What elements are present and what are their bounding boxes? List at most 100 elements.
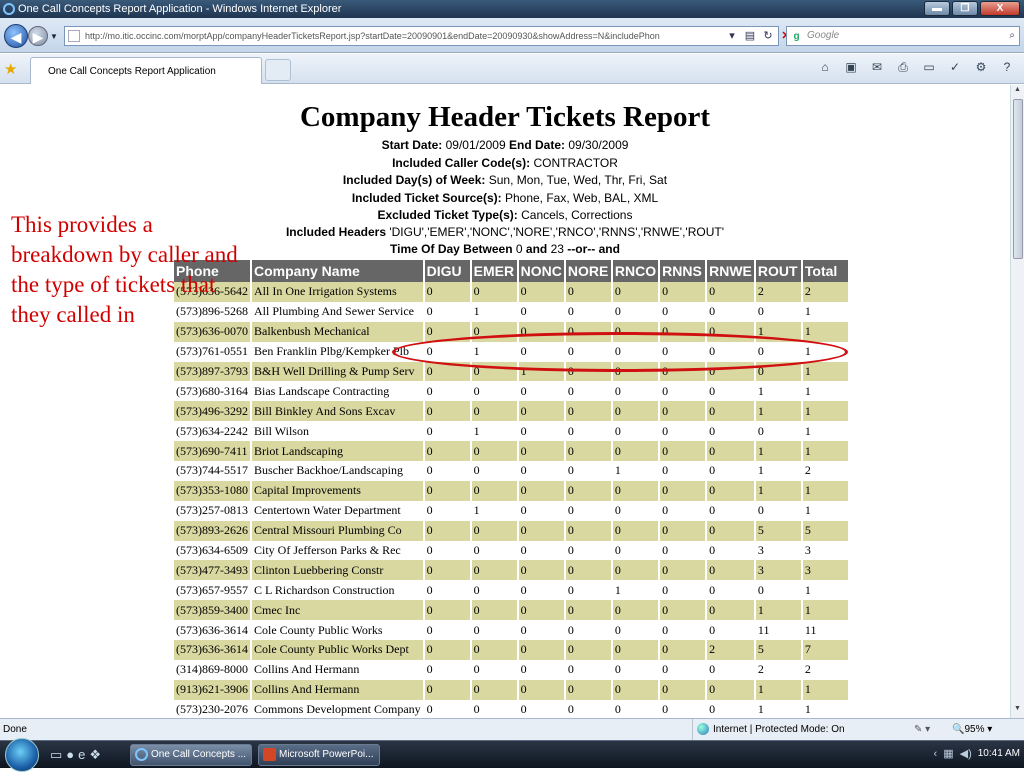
firefox-icon[interactable]: ● [66,747,74,763]
column-header: Total [802,260,848,282]
phone-cell: (573)477-3493 [174,560,250,581]
start-date-value: 09/01/2009 [445,138,506,152]
count-cell: 0 [707,480,754,501]
count-cell: 0 [612,520,659,541]
company-name-cell: Briot Landscaping [252,441,423,462]
security-zone[interactable]: Internet | Protected Mode: On [692,719,902,740]
favorites-star-icon[interactable]: ★ [4,60,17,78]
tray-expand-icon[interactable]: ‹ [934,748,938,760]
count-cell: 0 [473,463,480,478]
safety-menu-icon[interactable]: ✓ [944,60,966,75]
feeds-icon[interactable]: ▣ [840,60,862,75]
refresh-icon[interactable]: ↻ [760,27,776,45]
address-bar[interactable]: http://mo.itic.occinc.com/morptApp/compa… [64,26,779,46]
headers-value: 'DIGU','EMER','NONC','NORE','RNCO','RNNS… [389,225,725,239]
count-cell: 0 [426,423,433,438]
recent-pages-dropdown-icon[interactable]: ▼ [50,32,58,41]
phone-cell: (573)859-3400 [174,600,250,621]
status-bar: Done Internet | Protected Mode: On ✎ ▾ 🔍… [0,718,1024,740]
zoom-level[interactable]: 🔍95% ▾ [952,719,992,740]
count-cell: 2 [707,640,754,660]
search-input[interactable]: g Google ⌕ [786,26,1020,46]
count-cell: 0 [662,702,669,717]
count-cell: 1 [802,361,848,382]
count-cell: 0 [612,441,659,462]
count-cell: 0 [614,304,621,319]
count-cell: 0 [426,702,433,717]
count-cell: 1 [804,503,811,518]
home-icon[interactable]: ⌂ [814,60,836,75]
count-cell: 0 [660,560,706,581]
vertical-scrollbar[interactable]: ▲ ▼ [1010,85,1024,718]
network-icon[interactable]: ▦ [943,747,953,760]
count-cell: 0 [662,423,669,438]
count-cell: 0 [709,582,716,597]
tools-gear-icon[interactable]: ⚙ [970,60,992,75]
phone-cell: (573)634-2242 [176,423,248,438]
back-button[interactable]: ◀ [4,24,28,48]
column-header: ROUT [755,260,801,282]
mail-icon[interactable]: ✉ [866,60,888,75]
count-cell: 7 [802,640,848,660]
company-name-cell: Commons Development Company [254,702,421,717]
globe-icon [697,723,709,735]
count-cell: 0 [567,702,574,717]
address-dropdown-icon[interactable]: ▾ [724,27,740,45]
close-button[interactable]: X [980,1,1020,16]
count-cell: 0 [520,662,527,677]
count-cell: 0 [520,383,527,398]
clock[interactable]: 10:41 AM [978,748,1020,759]
maximize-button[interactable]: ❐ [952,1,978,16]
count-cell: 0 [614,503,621,518]
new-tab-button[interactable] [265,59,291,81]
tab-report-application[interactable]: One Call Concepts Report Application [30,57,262,84]
count-cell: 1 [755,401,801,422]
help-icon[interactable]: ? [996,60,1018,75]
count-cell: 1 [802,441,848,462]
scroll-down-icon[interactable]: ▼ [1011,705,1024,717]
company-name-cell: Buscher Backhoe/Landscaping [254,463,403,478]
show-desktop-icon[interactable]: ▭ [50,747,62,763]
count-cell: 0 [565,640,611,660]
compatibility-view-icon[interactable]: ▤ [742,27,758,45]
scrollbar-thumb[interactable] [1013,99,1023,259]
company-name-cell: Central Missouri Plumbing Co [252,520,423,541]
count-cell: 0 [707,560,754,581]
taskbar-item-powerpoint[interactable]: Microsoft PowerPoi... [258,744,380,766]
popup-blocker-icon[interactable]: ✎ ▾ [914,719,930,740]
print-icon[interactable]: ⎙ [892,60,914,75]
table-row: (573)636-3614 Cole County Public Works 0 0 0… [174,620,848,640]
count-cell: 0 [424,679,470,700]
count-cell: 1 [802,600,848,621]
count-cell: 0 [709,383,716,398]
caller-codes-label: Included Caller Code(s): [392,156,531,170]
count-cell: 0 [520,304,527,319]
company-name-cell: C L Richardson Construction [254,582,395,597]
count-cell: 0 [662,503,669,518]
count-cell: 1 [804,702,811,717]
volume-icon[interactable]: ◀) [960,747,972,760]
count-cell: 1 [473,304,480,319]
start-button[interactable] [5,738,39,772]
count-cell: 0 [567,543,574,558]
ie-quicklaunch-icon[interactable]: e [78,747,85,763]
count-cell: 1 [804,582,811,597]
taskbar-item-ie[interactable]: One Call Concepts ... [130,744,252,766]
page-menu-icon[interactable]: ▭ [918,60,940,75]
count-cell: 0 [709,702,716,717]
minimize-button[interactable]: ▬ [924,1,950,16]
count-cell: 0 [709,304,716,319]
phone-cell: (573)257-0813 [176,503,248,518]
count-cell: 3 [755,560,801,581]
scroll-up-icon[interactable]: ▲ [1011,86,1024,98]
count-cell: 0 [518,282,564,302]
forward-button[interactable]: ▶ [28,26,48,46]
days-label: Included Day(s) of Week: [342,173,486,187]
count-cell: 1 [614,582,621,597]
table-row: (573)896-5268 All Plumbing And Sewer Serv… [174,302,848,322]
search-icon[interactable]: ⌕ [1009,27,1015,45]
phone-cell: (573)634-6509 [176,543,248,558]
count-cell: 1 [804,423,811,438]
address-url: http://mo.itic.occinc.com/morptApp/compa… [85,31,660,41]
window-switcher-icon[interactable]: ❖ [89,747,101,763]
